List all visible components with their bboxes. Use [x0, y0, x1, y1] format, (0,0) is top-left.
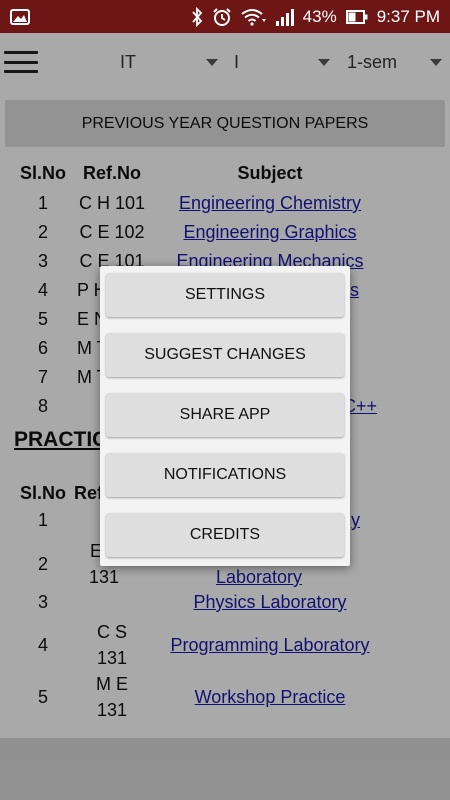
settings-label: SETTINGS [184, 286, 265, 303]
wifi-icon [241, 7, 267, 27]
notifications-button[interactable]: NOTIFICATIONS [106, 453, 344, 497]
share-app-button[interactable]: SHARE APP [106, 393, 344, 437]
suggest-changes-button[interactable]: SUGGEST CHANGES [106, 333, 344, 377]
gallery-icon [10, 7, 30, 27]
signal-icon [275, 7, 294, 27]
share-app-label: SHARE APP [179, 406, 271, 423]
alarm-icon [212, 7, 232, 27]
battery-icon [345, 7, 368, 27]
status-bar: 43% 9:37 PM [0, 0, 450, 33]
bluetooth-icon [191, 6, 203, 27]
suggest-changes-label: SUGGEST CHANGES [144, 346, 306, 363]
credits-button[interactable]: CREDITS [106, 513, 344, 557]
credits-label: CREDITS [189, 526, 261, 543]
notifications-label: NOTIFICATIONS [163, 466, 287, 483]
battery-percent: 43% [302, 6, 337, 26]
settings-button[interactable]: SETTINGS [106, 273, 344, 317]
clock: 9:37 PM [376, 6, 440, 26]
options-menu: SETTINGS SUGGEST CHANGES SHARE APP NOTIF… [100, 266, 350, 566]
